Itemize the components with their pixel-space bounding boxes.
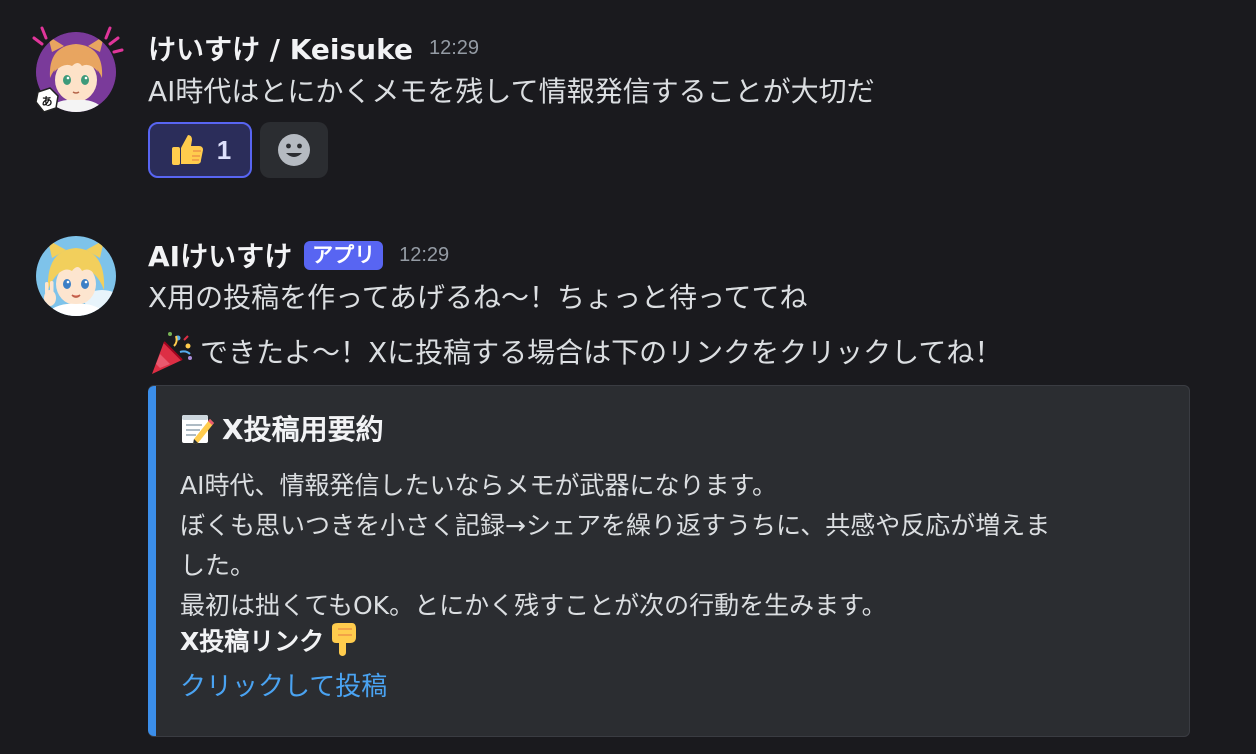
reaction-count: 1: [216, 134, 232, 165]
app-badge: アプリ: [304, 240, 384, 270]
embed-description: AI時代、情報発信したいならメモが武器になります。 ぼくも思いつきを小さく記録→…: [180, 466, 1160, 626]
embed-card: X投稿用要約 AI時代、情報発信したいならメモが武器になります。 ぼくも思いつき…: [148, 385, 1190, 737]
timestamp[interactable]: 12:29: [429, 37, 479, 60]
embed-title-text: X投稿用要約: [222, 413, 384, 446]
message-text-line: できたよ〜！Xに投稿する場合は下のリンクをクリックしてね！: [148, 330, 1002, 376]
embed-description-line: した。: [180, 551, 256, 580]
embed-title: X投稿用要約: [180, 408, 384, 448]
embed-field-name-text: X投稿リンク: [180, 627, 325, 656]
message-text-content: できたよ〜！Xに投稿する場合は下のリンクをクリックしてね！: [200, 336, 1003, 369]
add-reaction-button[interactable]: [260, 122, 328, 178]
embed-description-line: 最初は拙くてもOK。とにかく残すことが次の行動を生みます。: [180, 591, 887, 620]
embed-field-name: X投稿リンク: [180, 622, 358, 658]
avatar-keisuke-image: あ: [32, 26, 124, 113]
post-to-x-link[interactable]: クリックして投稿: [180, 666, 387, 703]
reaction-thumbs-up[interactable]: 1: [148, 122, 252, 178]
avatar-keisuke[interactable]: あ: [32, 26, 124, 113]
message-header: けいすけ / Keisuke 12:29: [148, 28, 479, 68]
avatar-ai-keisuke-image: [36, 236, 116, 316]
reactions: 1: [148, 122, 328, 178]
party-popper-icon: [152, 332, 192, 374]
thumbs-up-icon: [171, 135, 203, 165]
message-text: AI時代はとにかくメモを残して情報発信することが大切だ: [148, 75, 875, 108]
svg-text:あ: あ: [42, 95, 53, 108]
pointing-down-icon: [332, 623, 357, 656]
embed-description-line: ぼくも思いつきを小さく記録→シェアを繰り返すうちに、共感や反応が増えま: [180, 511, 1051, 540]
embed-accent-bar: [148, 386, 156, 736]
username[interactable]: けいすけ / Keisuke: [148, 28, 413, 68]
add-reaction-icon: [278, 134, 310, 166]
message-text-line: X用の投稿を作ってあげるね〜！ちょっと待っててね: [148, 281, 808, 314]
chat-messages: あ けいすけ / Keisuke 12:29 AI時代はとにかくメモを残して情報…: [0, 0, 1256, 754]
avatar-ai-keisuke[interactable]: [36, 236, 116, 316]
timestamp[interactable]: 12:29: [399, 244, 449, 267]
memo-icon: [182, 415, 214, 444]
username[interactable]: AIけいすけ: [148, 235, 292, 275]
message-header: AIけいすけ アプリ 12:29: [148, 235, 449, 275]
embed-description-line: AI時代、情報発信したいならメモが武器になります。: [180, 471, 777, 500]
